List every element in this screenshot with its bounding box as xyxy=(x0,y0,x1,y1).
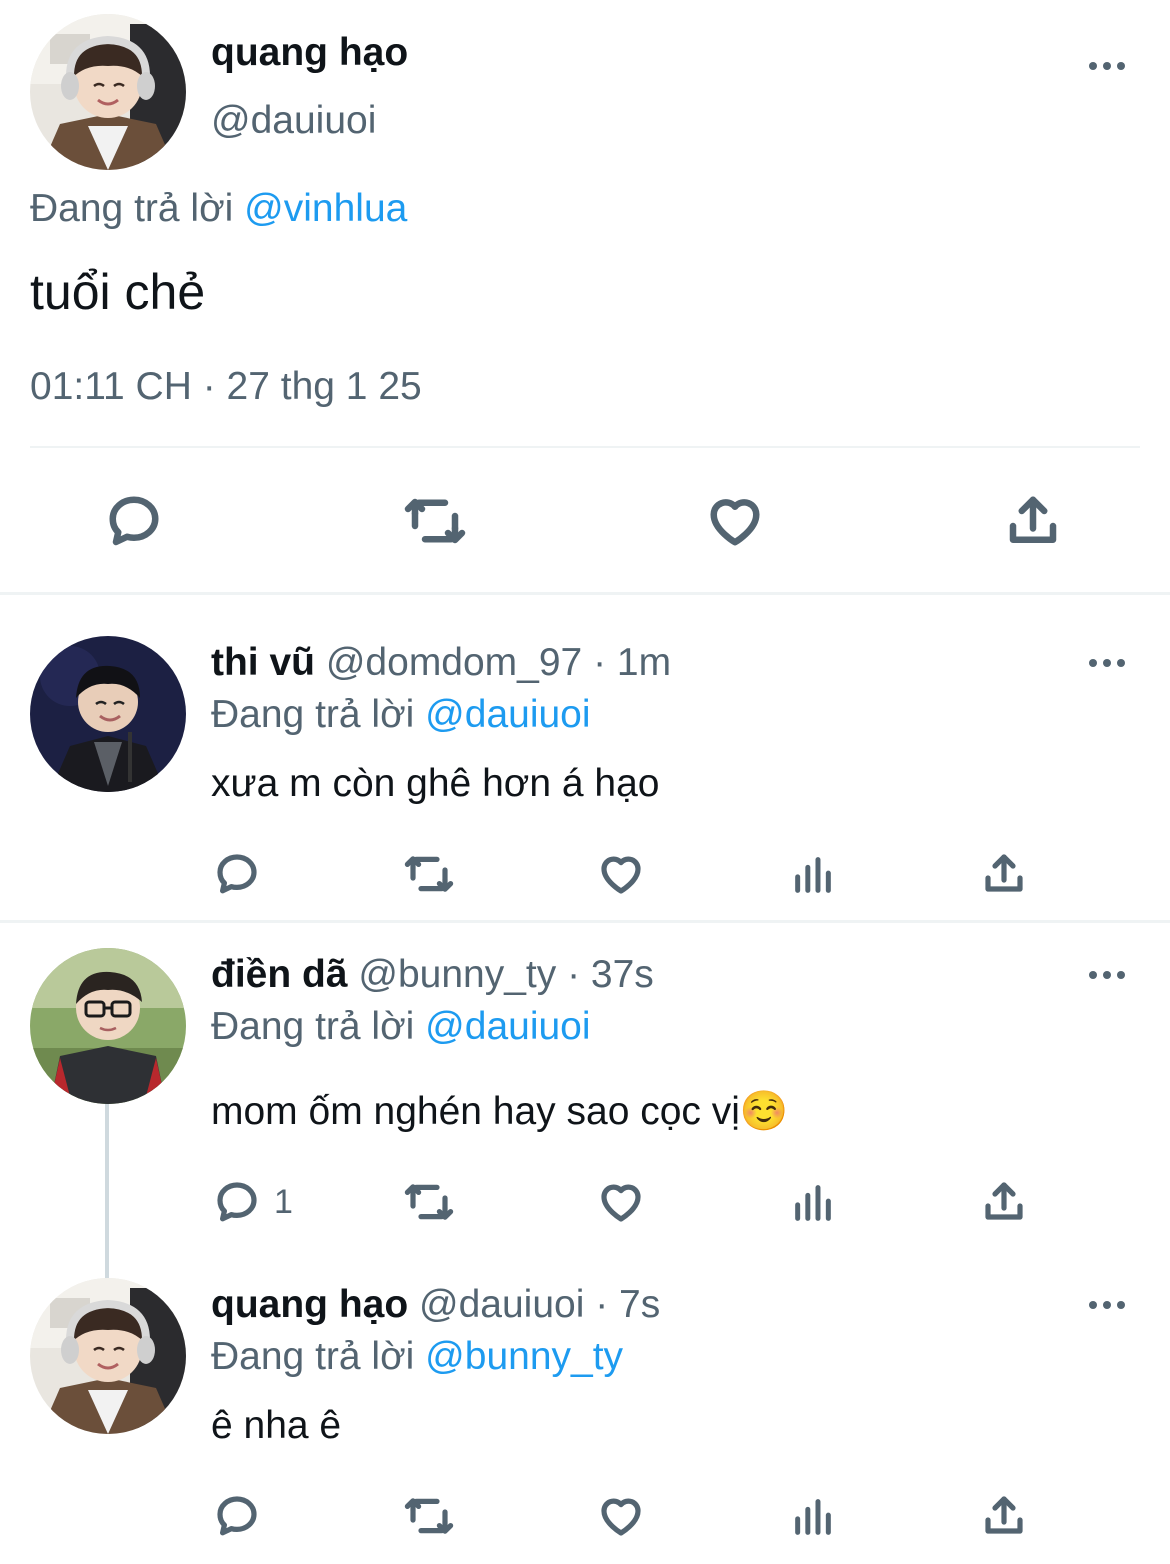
user-handle[interactable]: @domdom_97 xyxy=(326,641,582,684)
views-icon[interactable] xyxy=(790,1494,836,1540)
divider xyxy=(30,446,1140,448)
avatar[interactable] xyxy=(30,1278,186,1434)
share-icon[interactable] xyxy=(980,850,1028,898)
like-icon[interactable] xyxy=(596,1178,646,1226)
retweet-icon[interactable] xyxy=(402,491,468,551)
reply-context: Đang trả lời @dauiuoi xyxy=(211,1004,591,1050)
tweet-text: tuổi chẻ xyxy=(30,264,206,320)
display-name[interactable]: quang hạo xyxy=(211,1283,408,1326)
retweet-icon[interactable] xyxy=(402,850,456,898)
display-name[interactable]: quang hạo xyxy=(211,30,408,76)
reply-to-mention[interactable]: @dauiuoi xyxy=(425,1005,590,1048)
reply-header: điền dã @bunny_ty · 37s xyxy=(211,952,654,998)
like-icon[interactable] xyxy=(596,850,646,898)
reply-to-mention[interactable]: @dauiuoi xyxy=(425,693,590,736)
reply-context: Đang trả lời @vinhlua xyxy=(30,186,407,232)
reply-icon[interactable] xyxy=(104,491,164,551)
tweet-timestamp[interactable]: 01:11 CH · 27 thg 1 25 xyxy=(30,364,422,410)
views-icon[interactable] xyxy=(790,1180,836,1226)
thread-line xyxy=(105,1104,109,1278)
user-handle[interactable]: @bunny_ty xyxy=(358,953,556,996)
tweet-text: xưa m còn ghê hơn á hạo xyxy=(211,762,660,805)
user-handle[interactable]: @dauiuoi xyxy=(211,98,376,144)
tweet-time[interactable]: · 1m xyxy=(593,641,671,684)
reply-prefix: Đang trả lời xyxy=(211,1005,415,1048)
reply-context: Đang trả lời @bunny_ty xyxy=(211,1334,623,1380)
reply-prefix: Đang trả lời xyxy=(211,1335,415,1378)
more-options-icon[interactable] xyxy=(1087,51,1127,81)
tweet-time[interactable]: · 37s xyxy=(567,953,654,996)
reply-to-mention[interactable]: @vinhlua xyxy=(244,187,407,230)
reply-to-mention[interactable]: @bunny_ty xyxy=(425,1335,623,1378)
more-options-icon[interactable] xyxy=(1087,648,1127,678)
more-options-icon[interactable] xyxy=(1087,1290,1127,1320)
tweet-text: ê nha ê xyxy=(211,1404,342,1447)
share-icon[interactable] xyxy=(1003,491,1063,551)
reply-header: quang hạo @dauiuoi · 7s xyxy=(211,1282,660,1328)
share-icon[interactable] xyxy=(980,1178,1028,1226)
display-name[interactable]: điền dã xyxy=(211,953,348,996)
reply-prefix: Đang trả lời xyxy=(30,187,234,230)
section-divider xyxy=(0,920,1170,923)
reply-icon[interactable] xyxy=(213,1492,261,1540)
retweet-icon[interactable] xyxy=(402,1178,456,1226)
like-icon[interactable] xyxy=(704,491,766,551)
avatar[interactable] xyxy=(30,636,186,792)
reply-count: 1 xyxy=(274,1183,293,1221)
reply-context: Đang trả lời @dauiuoi xyxy=(211,692,591,738)
avatar[interactable] xyxy=(30,948,186,1104)
avatar[interactable] xyxy=(30,14,186,170)
smiling-face-emoji: ☺️ xyxy=(739,1090,789,1133)
tweet-text: mom ốm nghén hay sao cọc vị xyxy=(211,1090,740,1133)
reply-icon[interactable] xyxy=(213,850,261,898)
reply-header: thi vũ @domdom_97 · 1m xyxy=(211,640,671,686)
section-divider xyxy=(0,592,1170,595)
display-name[interactable]: thi vũ xyxy=(211,641,315,684)
like-icon[interactable] xyxy=(596,1492,646,1540)
retweet-icon[interactable] xyxy=(402,1492,456,1540)
more-options-icon[interactable] xyxy=(1087,960,1127,990)
share-icon[interactable] xyxy=(980,1492,1028,1540)
tweet-time[interactable]: · 7s xyxy=(595,1283,660,1326)
tweet-text-row: mom ốm nghén hay sao cọc vị☺️ xyxy=(211,1088,788,1136)
reply-prefix: Đang trả lời xyxy=(211,693,415,736)
user-handle[interactable]: @dauiuoi xyxy=(419,1283,584,1326)
reply-icon[interactable] xyxy=(213,1178,261,1226)
views-icon[interactable] xyxy=(790,852,836,898)
